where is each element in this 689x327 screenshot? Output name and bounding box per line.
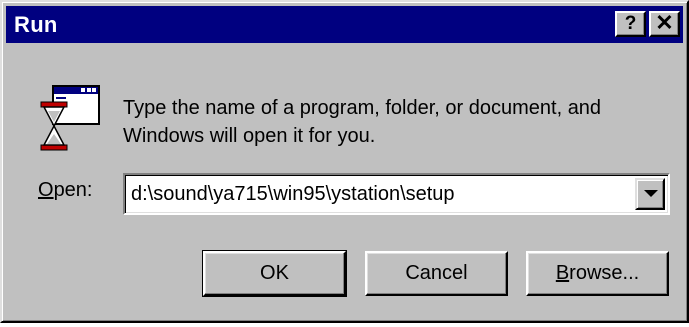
open-label-mnemonic: O [38, 179, 54, 201]
cancel-button[interactable]: Cancel [365, 251, 508, 296]
description-line-1: Type the name of a program, folder, or d… [123, 97, 602, 119]
window-title: Run [14, 12, 58, 37]
chevron-down-icon [644, 190, 658, 197]
browse-mnemonic: B [555, 262, 570, 284]
title-bar[interactable]: Run ? ✕ [6, 6, 683, 43]
close-button[interactable]: ✕ [649, 11, 680, 37]
run-dialog: Run ? ✕ Type the name of a program, fold… [0, 0, 689, 323]
ok-button[interactable]: OK [202, 250, 347, 297]
description-line-2: Windows will open it for you. [123, 125, 376, 147]
dropdown-button[interactable] [635, 178, 665, 210]
run-icon [40, 85, 100, 151]
open-label: Open: [38, 179, 93, 202]
help-button[interactable]: ? [615, 11, 646, 37]
open-label-rest: pen: [53, 179, 93, 201]
open-input[interactable] [129, 179, 632, 209]
browse-button[interactable]: Browse... [526, 251, 669, 296]
open-combobox[interactable] [123, 173, 670, 215]
dialog-description: Type the name of a program, folder, or d… [123, 94, 683, 150]
browse-label-rest: rowse... [569, 262, 640, 284]
